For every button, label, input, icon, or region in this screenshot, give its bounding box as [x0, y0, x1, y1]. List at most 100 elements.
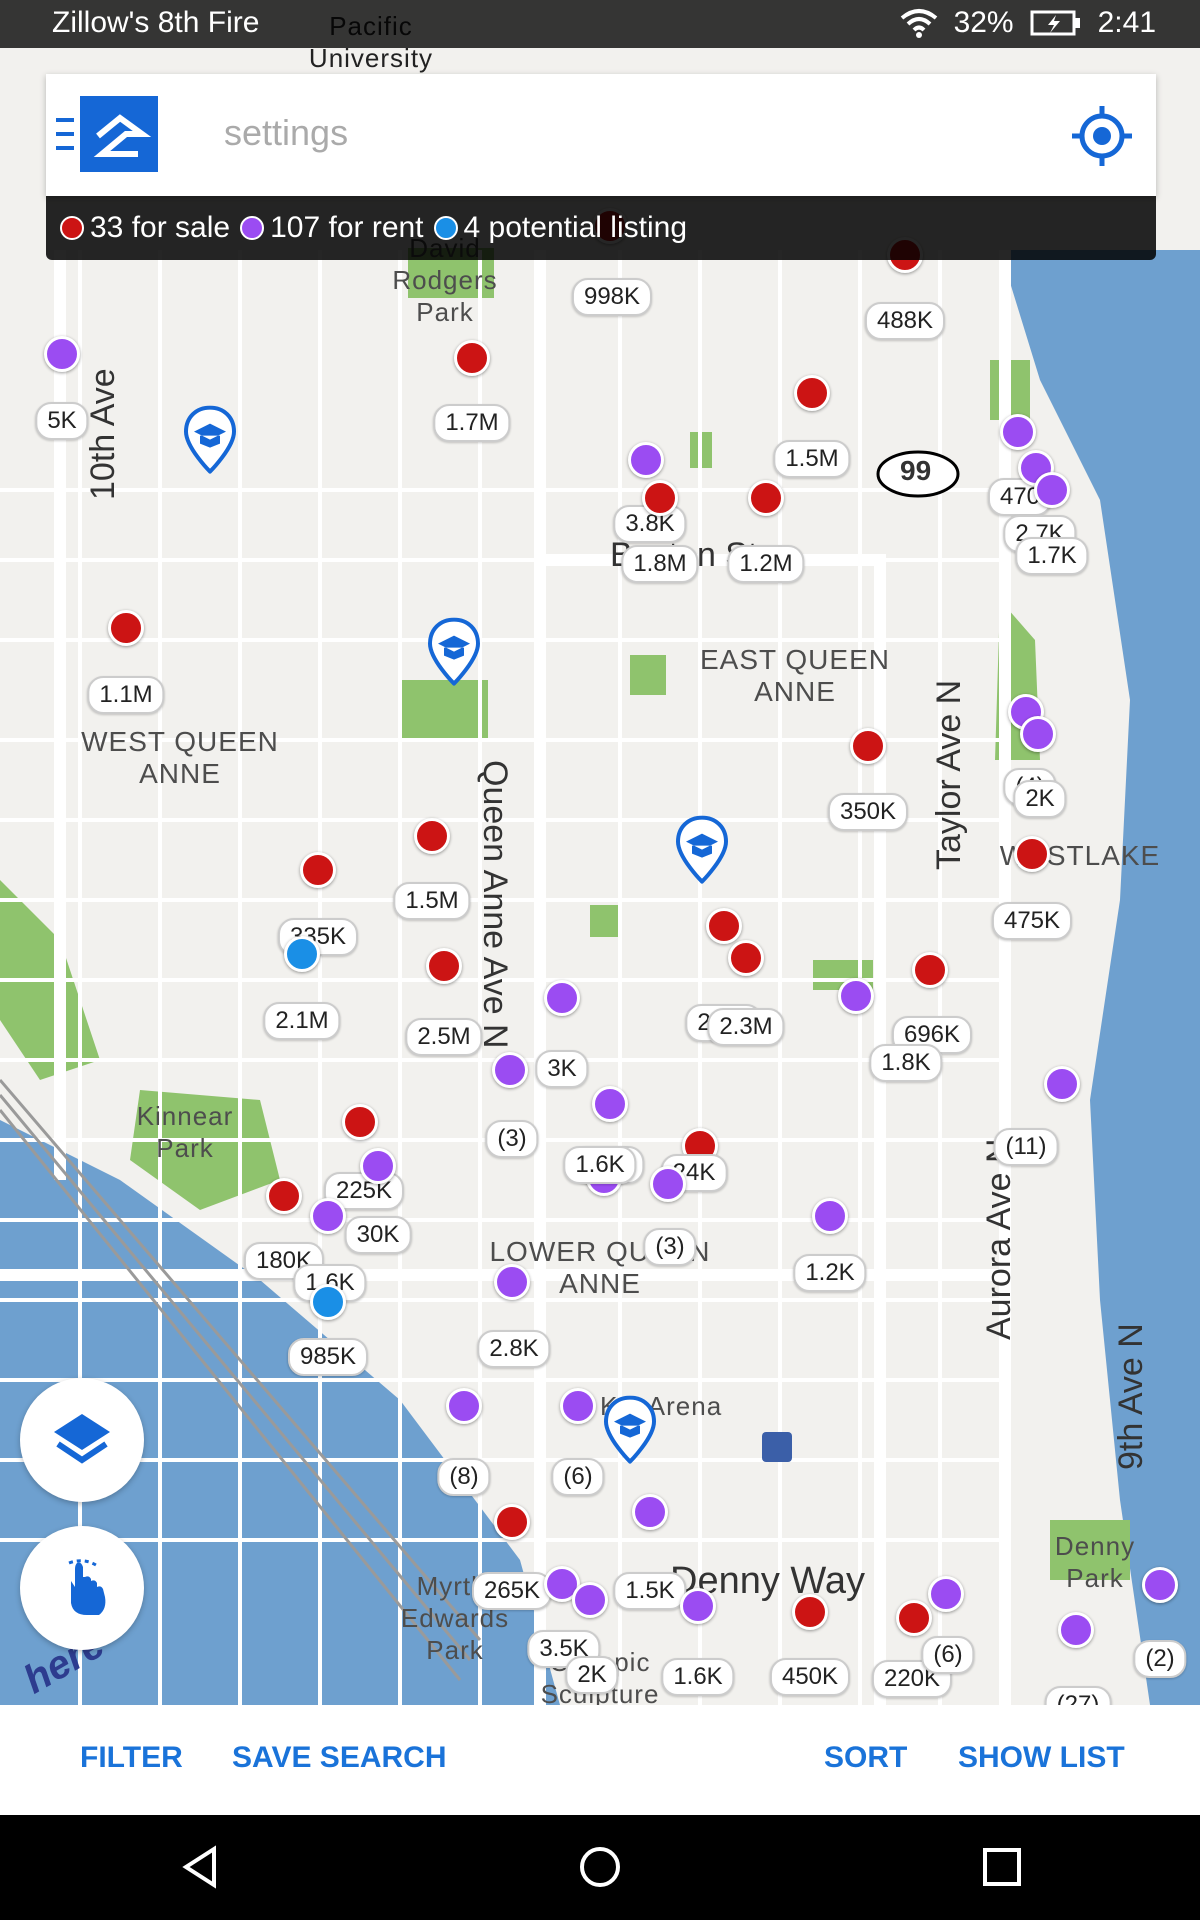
price-label[interactable]: (3) — [485, 1120, 539, 1158]
price-label[interactable]: 1.2M — [727, 545, 805, 583]
sale-listing-pin[interactable] — [642, 480, 678, 516]
price-label[interactable]: (3) — [643, 1228, 697, 1266]
rent-listing-pin[interactable] — [812, 1198, 848, 1234]
price-label[interactable]: 1.7M — [433, 404, 511, 442]
rent-listing-pin[interactable] — [1058, 1612, 1094, 1648]
price-label[interactable]: (8) — [437, 1458, 491, 1496]
price-label[interactable]: 1.6K — [661, 1658, 735, 1696]
price-label[interactable]: 2.8K — [477, 1330, 551, 1368]
layers-button[interactable] — [20, 1378, 144, 1502]
sale-listing-pin[interactable] — [426, 948, 462, 984]
sale-listing-pin[interactable] — [896, 1600, 932, 1636]
rent-listing-pin[interactable] — [310, 1198, 346, 1234]
price-label[interactable]: (27) — [1044, 1686, 1112, 1705]
price-label[interactable]: 1.1M — [87, 676, 165, 714]
highway-shield: 99 — [900, 455, 932, 486]
sale-listing-pin[interactable] — [494, 1504, 530, 1540]
sale-listing-pin[interactable] — [794, 375, 830, 411]
price-label[interactable]: 350K — [827, 793, 909, 831]
price-label[interactable]: (6) — [551, 1458, 605, 1496]
price-label[interactable]: 2K — [565, 1656, 619, 1694]
sort-button[interactable]: SORT — [824, 1741, 907, 1775]
draw-button[interactable] — [20, 1526, 144, 1650]
sale-listing-pin[interactable] — [1014, 836, 1050, 872]
price-label[interactable]: 1.6K — [563, 1146, 637, 1184]
sale-listing-pin[interactable] — [792, 1594, 828, 1630]
home-icon[interactable] — [578, 1845, 622, 1889]
rent-listing-pin[interactable] — [592, 1086, 628, 1122]
price-label[interactable]: (11) — [993, 1128, 1059, 1166]
sale-listing-pin[interactable] — [266, 1178, 302, 1214]
legend-for-sale: 33 for sale — [90, 211, 231, 244]
save-search-button[interactable]: SAVE SEARCH — [232, 1741, 446, 1775]
rent-listing-pin[interactable] — [494, 1264, 530, 1300]
zillow-logo-icon[interactable] — [80, 96, 158, 172]
rent-listing-pin[interactable] — [572, 1582, 608, 1618]
sale-listing-pin[interactable] — [454, 340, 490, 376]
show-list-button[interactable]: SHOW LIST — [958, 1741, 1125, 1775]
price-label[interactable]: 2.5M — [405, 1018, 483, 1056]
price-label[interactable]: 998K — [571, 278, 653, 316]
rent-listing-pin[interactable] — [1020, 716, 1056, 752]
back-icon[interactable] — [178, 1845, 222, 1889]
rent-listing-pin[interactable] — [446, 1388, 482, 1424]
rent-listing-pin[interactable] — [544, 980, 580, 1016]
rent-listing-pin[interactable] — [632, 1494, 668, 1530]
price-label[interactable]: (6) — [921, 1636, 975, 1674]
search-bar[interactable]: settings — [46, 74, 1156, 196]
potential-listing-pin[interactable] — [284, 936, 320, 972]
school-icon[interactable] — [426, 617, 482, 686]
hamburger-icon[interactable] — [56, 116, 76, 152]
rent-listing-pin[interactable] — [44, 336, 80, 372]
potential-listing-pin[interactable] — [310, 1284, 346, 1320]
rent-listing-pin[interactable] — [680, 1588, 716, 1624]
price-label[interactable]: 5K — [35, 402, 89, 440]
price-label[interactable]: 488K — [864, 302, 946, 340]
rent-listing-pin[interactable] — [560, 1388, 596, 1424]
sale-listing-pin[interactable] — [706, 908, 742, 944]
price-label[interactable]: 1.8K — [869, 1044, 943, 1082]
rent-listing-pin[interactable] — [360, 1148, 396, 1184]
sale-listing-pin[interactable] — [728, 940, 764, 976]
sale-listing-pin[interactable] — [748, 480, 784, 516]
search-input[interactable]: settings — [224, 112, 348, 154]
crosshair-icon[interactable] — [1070, 104, 1134, 168]
rent-listing-pin[interactable] — [628, 442, 664, 478]
price-label[interactable]: 30K — [344, 1216, 412, 1254]
price-label[interactable]: 265K — [471, 1572, 553, 1610]
price-label[interactable]: (2) — [1133, 1640, 1187, 1678]
rent-listing-pin[interactable] — [492, 1052, 528, 1088]
rent-listing-pin[interactable] — [928, 1576, 964, 1612]
rent-listing-pin[interactable] — [1000, 414, 1036, 450]
sale-listing-pin[interactable] — [300, 852, 336, 888]
rent-listing-pin[interactable] — [1044, 1066, 1080, 1102]
price-label[interactable]: 1.7K — [1015, 537, 1089, 575]
price-label[interactable]: 475K — [991, 902, 1073, 940]
school-icon[interactable] — [182, 405, 238, 474]
rent-listing-pin[interactable] — [650, 1166, 686, 1202]
price-label[interactable]: 2.1M — [263, 1002, 341, 1040]
sale-listing-pin[interactable] — [850, 728, 886, 764]
school-icon[interactable] — [674, 815, 730, 884]
school-icon[interactable] — [602, 1395, 658, 1464]
sale-listing-pin[interactable] — [912, 952, 948, 988]
price-label[interactable]: 2.3M — [707, 1008, 785, 1046]
price-label[interactable]: 450K — [769, 1658, 851, 1696]
place-kinnear-park: Kinnear Park — [136, 1101, 234, 1163]
price-label[interactable]: 1.8M — [621, 545, 699, 583]
sale-listing-pin[interactable] — [108, 610, 144, 646]
filter-button[interactable]: FILTER — [80, 1741, 183, 1775]
price-label[interactable]: 1.2K — [793, 1254, 867, 1292]
rent-listing-pin[interactable] — [1034, 472, 1070, 508]
price-label[interactable]: 3K — [535, 1050, 589, 1088]
rent-listing-pin[interactable] — [1142, 1567, 1178, 1603]
rent-listing-pin[interactable] — [838, 978, 874, 1014]
price-label[interactable]: 1.5K — [613, 1572, 687, 1610]
sale-listing-pin[interactable] — [342, 1104, 378, 1140]
price-label[interactable]: 2K — [1013, 780, 1067, 818]
price-label[interactable]: 1.5M — [393, 882, 471, 920]
sale-listing-pin[interactable] — [414, 818, 450, 854]
recents-icon[interactable] — [980, 1845, 1024, 1889]
price-label[interactable]: 1.5M — [773, 440, 851, 478]
price-label[interactable]: 985K — [287, 1338, 369, 1376]
